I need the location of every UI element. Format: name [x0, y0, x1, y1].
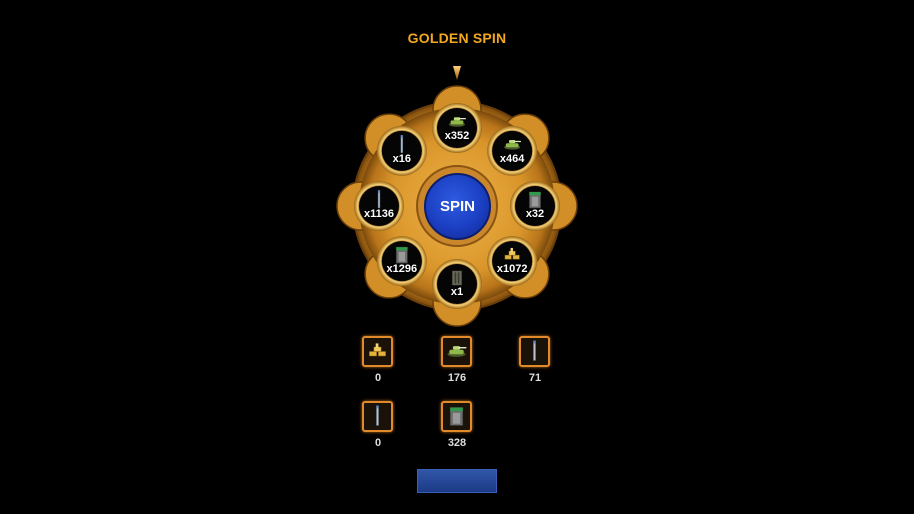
wheel-slot [376, 125, 427, 176]
wheel-slot-label: x16 [392, 152, 412, 165]
green-tank-icon [447, 346, 467, 357]
wheel-slot-label: x1136 [364, 208, 394, 220]
antenna-rod-icon [533, 340, 536, 361]
antenna-rod-icon [376, 405, 379, 426]
wheel-slot-label: x352 [444, 130, 470, 142]
wheel-slot [487, 125, 538, 176]
inventory-slot[interactable] [362, 336, 393, 367]
wheel-slot [432, 259, 482, 309]
antenna-rod-icon [377, 190, 381, 209]
armor-plate-icon [529, 191, 541, 209]
antenna-rod-icon [400, 134, 404, 154]
inventory-count: 328 [447, 437, 467, 449]
spin-button[interactable]: SPIN [424, 173, 491, 240]
wheel-slot [376, 236, 427, 287]
wheel-slot-label: x1296 [386, 263, 418, 276]
wheel-slot [487, 236, 538, 287]
inventory-count: 0 [374, 437, 382, 449]
inventory-slot[interactable] [362, 401, 393, 432]
golden-spin-screen: GOLDEN SPIN x352 x464 x32 x1072 x1 x1296… [0, 0, 914, 514]
inventory-slot[interactable] [441, 336, 472, 367]
wheel-slot-label: x464 [499, 152, 525, 165]
wheel-slot [354, 181, 404, 231]
armor-plate-icon [449, 407, 464, 426]
wheel-slot-label: x1 [450, 286, 464, 298]
inventory-count: 0 [374, 372, 382, 384]
gold-bars-icon [369, 343, 386, 357]
wheel-slot-label: x1072 [496, 263, 528, 276]
action-button[interactable] [417, 469, 497, 493]
wheel-slot-label: x32 [525, 208, 545, 220]
inventory-slot[interactable] [519, 336, 550, 367]
wheel-slot [432, 103, 482, 153]
inventory-slot[interactable] [441, 401, 472, 432]
wheel-slot [510, 181, 560, 231]
inventory-count: 71 [528, 372, 542, 384]
soldier-icon [451, 270, 463, 286]
inventory-count: 176 [447, 372, 467, 384]
armor-plate-icon [395, 246, 408, 264]
